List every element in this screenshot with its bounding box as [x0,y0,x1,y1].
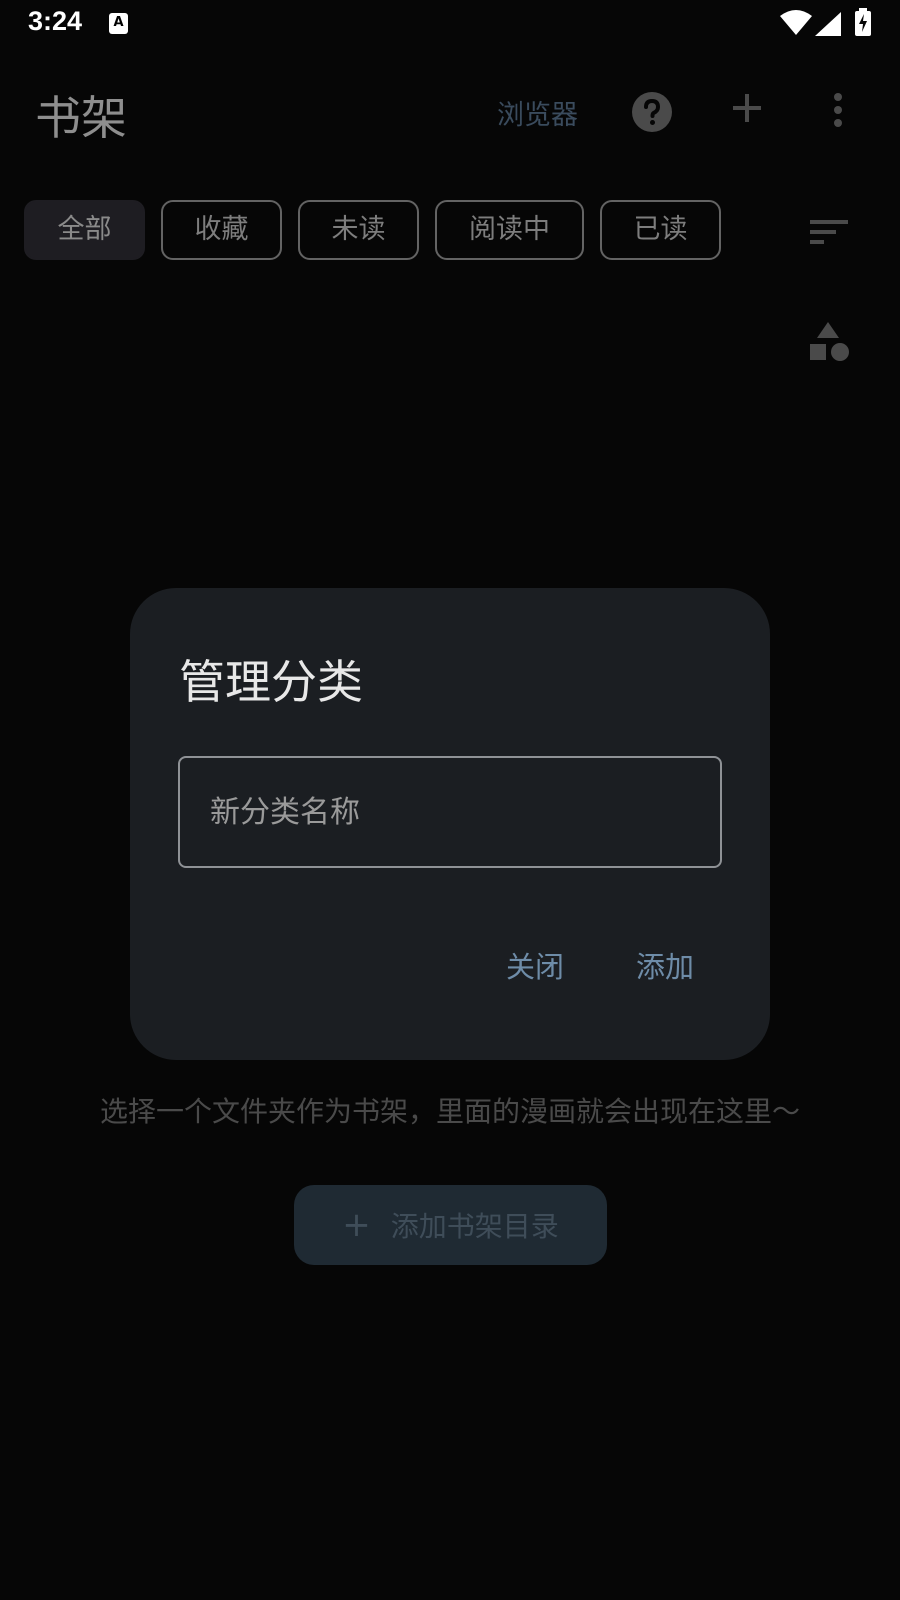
close-button[interactable]: 关闭 [506,944,564,986]
sort-icon[interactable] [810,218,848,246]
empty-state-description: 选择一个文件夹作为书架，里面的漫画就会出现在这里～ [99,1095,800,1128]
filter-chip-all[interactable]: 全部 [24,200,145,260]
status-time: 3:24 [28,6,83,36]
filter-chip-unread[interactable]: 未读 [298,200,419,260]
add-button[interactable]: 添加 [636,944,694,986]
battery-charging-icon [855,8,871,36]
browser-button[interactable]: 浏览器 [497,93,578,132]
filter-chip-favorites[interactable]: 收藏 [161,200,282,260]
more-vert-icon[interactable] [832,92,844,128]
dialog-title: 管理分类 [179,655,363,709]
add-shelf-directory-button[interactable]: + 添加书架目录 [294,1185,607,1265]
cell-signal-icon [815,12,841,36]
category-shapes-icon[interactable] [810,320,850,362]
help-icon[interactable] [632,92,672,132]
filter-chip-reading[interactable]: 阅读中 [435,200,584,260]
notification-app-icon: A [109,13,128,34]
page-title: 书架 [35,91,127,145]
add-shelf-directory-label: 添加书架目录 [390,1210,559,1243]
wifi-icon [780,10,812,35]
filter-chip-read[interactable]: 已读 [600,200,721,260]
plus-icon: + [342,1205,371,1245]
new-category-name-input[interactable] [178,756,722,868]
manage-category-dialog: 管理分类 关闭 添加 [130,588,770,1060]
add-icon[interactable] [731,92,763,124]
